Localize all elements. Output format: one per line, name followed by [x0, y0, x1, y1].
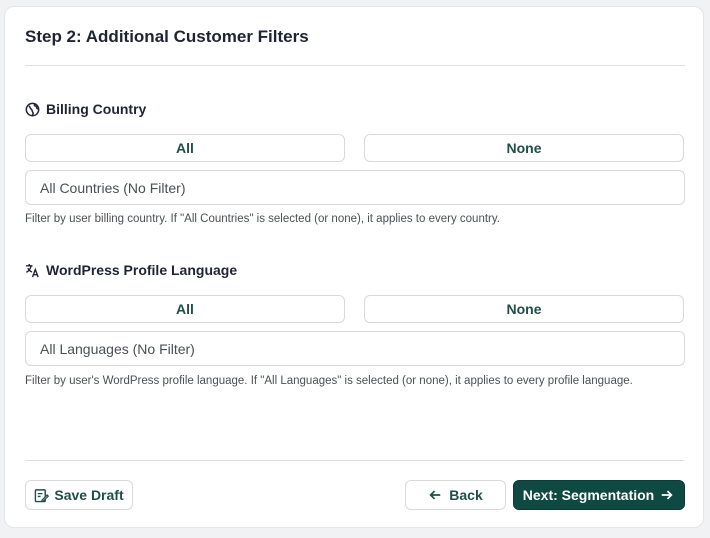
next-segmentation-button[interactable]: Next: Segmentation [513, 480, 685, 510]
profile-language-select[interactable]: All Languages (No Filter) [25, 331, 685, 366]
footer-divider [25, 460, 685, 461]
billing-country-select-value: All Countries (No Filter) [40, 179, 186, 196]
next-label: Next: Segmentation [522, 487, 655, 503]
back-button[interactable]: Back [405, 480, 506, 510]
billing-country-label: Billing Country [25, 101, 146, 117]
language-none-button[interactable]: None [364, 295, 684, 323]
profile-language-help: Filter by user's WordPress profile langu… [25, 375, 633, 387]
header-divider [25, 65, 685, 66]
edit-document-icon [34, 488, 50, 503]
billing-country-select[interactable]: All Countries (No Filter) [25, 170, 685, 205]
save-draft-button[interactable]: Save Draft [25, 480, 133, 510]
arrow-right-icon [660, 488, 675, 503]
filters-card: Step 2: Additional Customer Filters Bill… [4, 6, 704, 528]
back-label: Back [449, 487, 483, 503]
profile-language-select-value: All Languages (No Filter) [40, 340, 195, 357]
save-draft-label: Save Draft [54, 487, 124, 503]
billing-all-button[interactable]: All [25, 134, 345, 162]
profile-language-label: WordPress Profile Language [25, 262, 237, 278]
step-title: Step 2: Additional Customer Filters [25, 27, 309, 46]
billing-country-label-text: Billing Country [46, 101, 147, 117]
billing-country-help: Filter by user billing country. If "All … [25, 213, 500, 225]
arrow-left-icon [428, 488, 443, 503]
globe-icon [25, 102, 40, 117]
translate-icon [25, 263, 40, 278]
language-all-button[interactable]: All [25, 295, 345, 323]
profile-language-label-text: WordPress Profile Language [46, 262, 238, 278]
billing-none-button[interactable]: None [364, 134, 684, 162]
